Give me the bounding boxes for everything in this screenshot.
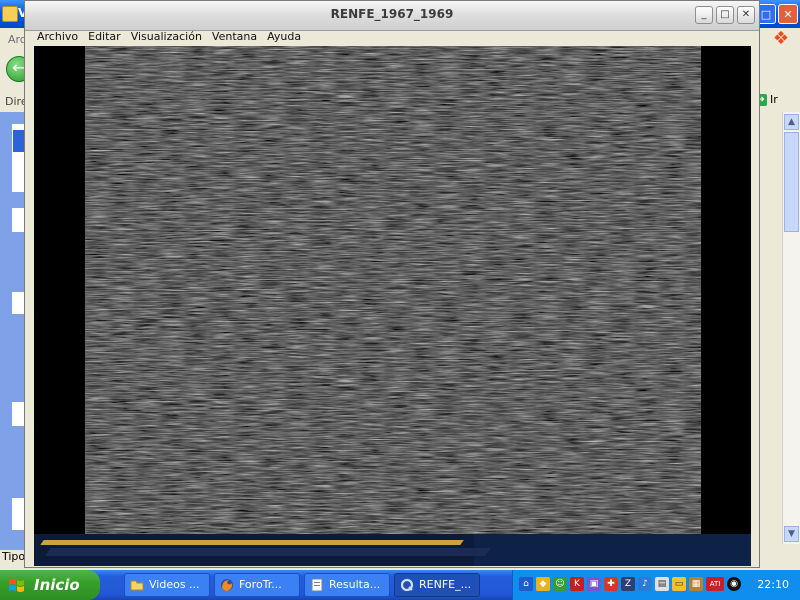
go-label: Ir	[770, 93, 778, 106]
start-button[interactable]: Inicio	[0, 570, 100, 600]
scroll-down-icon[interactable]: ▼	[784, 526, 799, 542]
vertical-scrollbar[interactable]: ▲ ▼	[782, 112, 800, 544]
video-area[interactable]	[34, 46, 751, 566]
taskbar-button-renfe[interactable]: RENFE_...	[394, 573, 480, 597]
menu-ventana[interactable]: Ventana	[207, 30, 262, 46]
taskbar-button-label: RENFE_...	[419, 578, 472, 591]
clock[interactable]: 22:10	[757, 570, 789, 600]
taskbar-button-label: Resulta...	[329, 578, 381, 591]
video-band-block	[474, 534, 751, 566]
scroll-up-icon[interactable]: ▲	[784, 114, 799, 130]
scroll-thumb[interactable]	[784, 132, 799, 232]
close-button[interactable]: ✕	[737, 6, 755, 24]
monitor-icon[interactable]: ▭	[672, 577, 686, 591]
static-noise-image	[85, 46, 701, 534]
go-button[interactable]: ➜ Ir	[755, 93, 793, 109]
speaker-icon[interactable]: ♪	[638, 577, 652, 591]
folder-icon	[130, 580, 144, 591]
player-titlebar[interactable]: RENFE_1967_1969 _ □ ✕	[25, 1, 759, 31]
display-icon[interactable]: ▤	[655, 577, 669, 591]
maximize-button[interactable]: □	[716, 6, 734, 24]
ati-icon[interactable]: ATI	[706, 577, 724, 591]
security-shield-icon[interactable]: ◆	[536, 577, 550, 591]
player-title: RENFE_1967_1969	[330, 7, 454, 21]
zip-icon[interactable]: Z	[621, 577, 635, 591]
menu-archivo[interactable]: Archivo	[32, 30, 83, 46]
antivirus-icon[interactable]: K	[570, 577, 584, 591]
minimize-button[interactable]: _	[695, 6, 713, 24]
document-icon	[311, 578, 323, 592]
video-frame-static-noise	[85, 46, 701, 534]
taskbar-button-label: ForoTr...	[239, 578, 282, 591]
firefox-icon	[221, 579, 233, 591]
system-tray: ⌂ ◆ ☺ K ▣ ✚ Z ♪ ▤ ▭ ▦ ATI ◉ 22:10	[512, 570, 800, 600]
video-gold-stripe	[40, 540, 464, 545]
quicktime-icon	[400, 578, 414, 592]
notes-icon[interactable]: ▦	[689, 577, 703, 591]
folder-icon	[2, 6, 18, 22]
network-icon[interactable]: ⌂	[519, 577, 533, 591]
taskbar-button-label: Videos ...	[149, 578, 200, 591]
messenger-icon[interactable]: ☺	[553, 577, 567, 591]
media-icon[interactable]: ◉	[727, 577, 741, 591]
menu-editar[interactable]: Editar	[83, 30, 126, 46]
video-bottom-band	[34, 534, 751, 566]
windows-flag-icon	[9, 579, 24, 592]
start-label: Inicio	[34, 576, 80, 594]
taskbar: Inicio Videos ... ForoTr... Resulta... R…	[0, 570, 800, 600]
update-icon[interactable]: ✚	[604, 577, 618, 591]
taskbar-button-videos[interactable]: Videos ...	[124, 573, 210, 597]
taskbar-button-resultados[interactable]: Resulta...	[304, 573, 390, 597]
close-button[interactable]: ✕	[778, 4, 798, 24]
video-player-window: RENFE_1967_1969 _ □ ✕ Archivo Editar Vis…	[24, 0, 760, 568]
menu-visualizacion[interactable]: Visualización	[126, 30, 207, 46]
player-menubar: Archivo Editar Visualización Ventana Ayu…	[25, 30, 766, 46]
video-navy-stripe	[45, 548, 491, 556]
firewall-icon[interactable]: ▣	[587, 577, 601, 591]
taskbar-button-forotrenes[interactable]: ForoTr...	[214, 573, 300, 597]
menu-ayuda[interactable]: Ayuda	[262, 30, 306, 46]
windows-logo-icon: ❖	[772, 28, 790, 49]
